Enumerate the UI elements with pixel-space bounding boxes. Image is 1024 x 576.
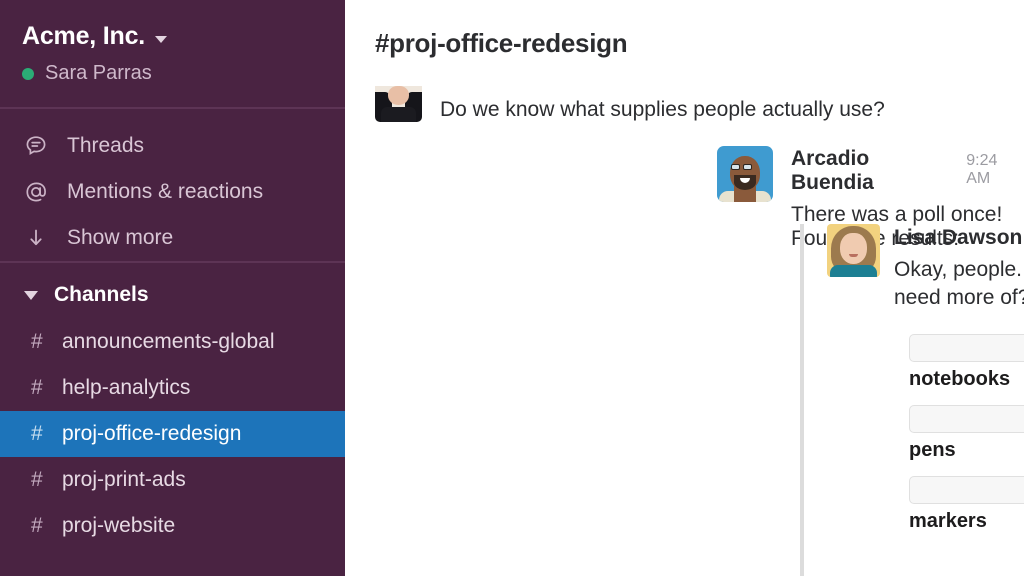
poll-option-markers: 10% (2) markers [909, 476, 1024, 533]
hash-icon: # [31, 514, 47, 538]
poll-option-pens: 60% (12) pens [909, 405, 1024, 462]
caret-down-icon[interactable] [24, 291, 38, 300]
channels-section-title: Channels [54, 283, 149, 307]
sidebar-channel-proj-print-ads[interactable]: # proj-print-ads [0, 457, 345, 503]
channel-name: help-analytics [62, 376, 190, 400]
poll-option-row: 10% (2) [909, 476, 1024, 504]
quoted-message-author[interactable]: Lisa Dawson [894, 224, 1024, 250]
sidebar-item-label: Mentions & reactions [67, 180, 263, 204]
poll-option-notebooks: 30% (6) notebooks [909, 334, 1024, 391]
workspace-name: Acme, Inc. [22, 22, 145, 51]
avatar[interactable] [717, 146, 773, 202]
quoted-message-body: Lisa Dawson Okay, people. Office supplie… [894, 224, 1024, 312]
hash-icon: # [31, 468, 47, 492]
poll-bar-track [909, 405, 1024, 433]
message-header: Arcadio Buendia 9:24 AM [791, 147, 1024, 195]
chevron-down-icon[interactable] [155, 36, 167, 43]
poll-option-row: 30% (6) [909, 334, 1024, 362]
current-user-name: Sara Parras [45, 62, 152, 85]
hash-icon: # [31, 422, 47, 446]
channel-name: proj-website [62, 514, 175, 538]
poll-option-label: markers [909, 510, 1024, 533]
channel-name: proj-office-redesign [62, 422, 241, 446]
channel-name: proj-print-ads [62, 468, 186, 492]
message-clipped: Do we know what supplies people actually… [375, 86, 885, 122]
sidebar-item-mentions[interactable]: Mentions & reactions [0, 169, 345, 215]
sidebar-channel-proj-office-redesign[interactable]: # proj-office-redesign [0, 411, 345, 457]
poll-results: 30% (6) notebooks 60% (12) pens [909, 334, 1024, 533]
message-author[interactable]: Arcadio Buendia [791, 147, 955, 195]
message-text: Do we know what supplies people actually… [440, 99, 885, 122]
page-title: #proj-office-redesign [375, 28, 627, 59]
avatar-glasses-left [731, 164, 740, 170]
avatar[interactable] [375, 86, 422, 122]
channel-list: # announcements-global # help-analytics … [0, 319, 345, 549]
poll-bar-track [909, 476, 1024, 504]
sidebar-item-threads[interactable]: Threads [0, 123, 345, 169]
sidebar-item-show-more[interactable]: Show more [0, 215, 345, 261]
poll-option-label: notebooks [909, 368, 1024, 391]
avatar[interactable] [827, 224, 880, 277]
poll-option-row: 60% (12) [909, 405, 1024, 433]
poll-bar-track [909, 334, 1024, 362]
channel-name: announcements-global [62, 330, 274, 354]
main-content: #proj-office-redesign Do we know what su… [345, 0, 1024, 576]
hash-icon: # [31, 330, 47, 354]
sidebar-divider-channels [0, 261, 345, 263]
workspace-title-row[interactable]: Acme, Inc. [22, 22, 345, 51]
at-mention-icon [22, 178, 50, 206]
sidebar-channel-help-analytics[interactable]: # help-analytics [0, 365, 345, 411]
sidebar-item-label: Show more [67, 226, 173, 250]
avatar-face [840, 233, 867, 264]
quoted-message-attachment: Lisa Dawson Okay, people. Office supplie… [800, 224, 1024, 576]
quoted-message-header: Lisa Dawson Okay, people. Office supplie… [827, 224, 1024, 312]
presence-online-icon [22, 68, 34, 80]
message-timestamp[interactable]: 9:24 AM [966, 152, 1024, 188]
hash-icon: # [31, 376, 47, 400]
threads-icon [22, 132, 50, 160]
poll-option-label: pens [909, 439, 1024, 462]
sidebar-item-label: Threads [67, 134, 144, 158]
channels-section-header[interactable]: Channels [0, 271, 345, 319]
sidebar-channel-proj-website[interactable]: # proj-website [0, 503, 345, 549]
avatar-torso [381, 107, 416, 122]
avatar-top [830, 265, 877, 277]
quoted-message-text: Okay, people. Office supplies: what do w… [894, 256, 1024, 312]
avatar-glasses-right [743, 164, 752, 170]
slack-app-window: Acme, Inc. Sara Parras Threads [0, 0, 1024, 576]
arrow-down-icon [22, 224, 50, 252]
workspace-header[interactable]: Acme, Inc. Sara Parras [0, 0, 345, 85]
sidebar-nav-list: Threads Mentions & reactions [0, 109, 345, 261]
sidebar-channel-announcements-global[interactable]: # announcements-global [0, 319, 345, 365]
avatar-face [388, 86, 409, 105]
sidebar: Acme, Inc. Sara Parras Threads [0, 0, 345, 576]
current-user-row[interactable]: Sara Parras [22, 62, 345, 85]
